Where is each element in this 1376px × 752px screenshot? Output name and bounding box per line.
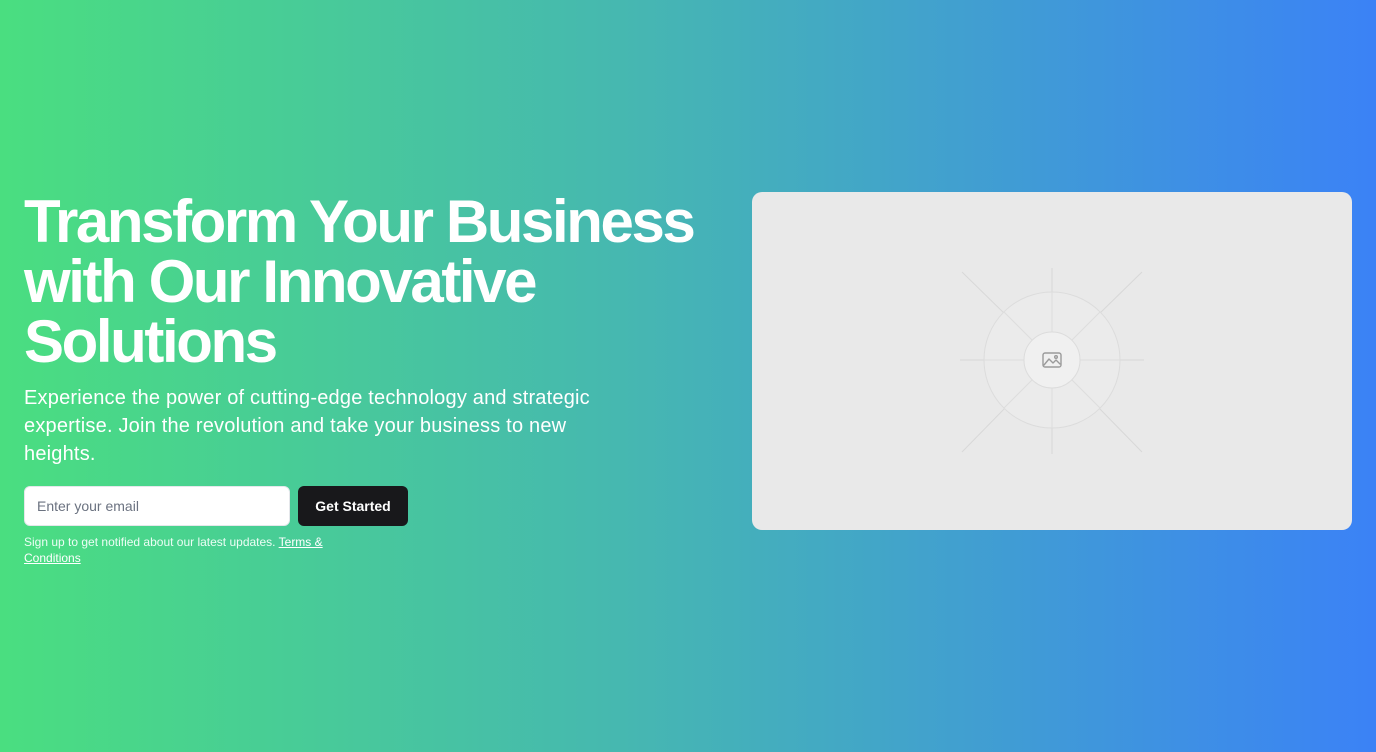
hero-image-placeholder [752,192,1352,530]
signup-form: Get Started [24,486,714,526]
hero-headline: Transform Your Business with Our Innovat… [24,188,696,375]
hero-content: Transform Your Business with Our Innovat… [24,192,714,566]
hero-subtext: Experience the power of cutting-edge tec… [24,387,590,465]
get-started-button[interactable]: Get Started [298,486,408,526]
email-input[interactable] [24,486,290,526]
fineprint-text: Sign up to get notified about our latest… [24,535,276,549]
placeholder-illustration [960,268,1144,454]
signup-fineprint: Sign up to get notified about our latest… [24,534,364,566]
